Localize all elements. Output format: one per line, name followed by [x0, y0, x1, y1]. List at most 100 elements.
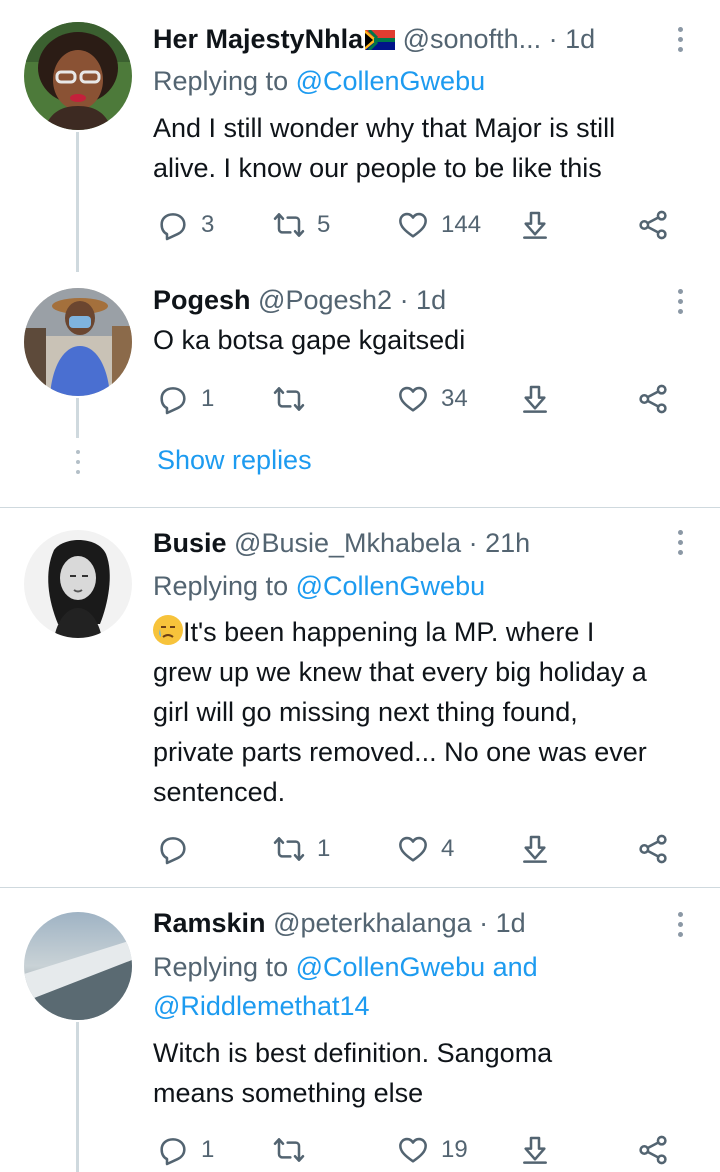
reply-icon: [157, 1134, 189, 1166]
tweet-header: Her MajestyNhla @sonofth... · 1d: [153, 22, 670, 56]
like-count: 19: [441, 1136, 468, 1163]
tweet-text-line: It's been happening la MP. where I: [183, 617, 595, 647]
download-icon: [519, 209, 551, 241]
like-icon: [397, 383, 429, 415]
more-options-icon[interactable]: [670, 25, 690, 55]
reply-button[interactable]: [157, 829, 201, 869]
tweet-header: Ramskin @peterkhalanga · 1d: [153, 906, 670, 940]
reply-icon: [157, 833, 189, 865]
replying-to: Replying to @CollenGwebu and: [153, 947, 538, 987]
avatar[interactable]: [24, 22, 132, 130]
tweet[interactable]: Busie @Busie_Mkhabela · 21h Replying to …: [0, 508, 720, 886]
retweet-count: 5: [317, 211, 331, 238]
replying-to: Replying to @CollenGwebu: [153, 61, 485, 101]
more-options-icon[interactable]: [670, 910, 690, 940]
retweet-icon: [273, 1134, 305, 1166]
reply-button[interactable]: 3: [157, 205, 214, 245]
like-button[interactable]: 144: [397, 205, 481, 245]
thread-line: [76, 132, 79, 272]
user-handle[interactable]: @Pogesh2: [258, 285, 392, 315]
tweet-text-line: sentenced.: [153, 777, 286, 807]
reply-button[interactable]: 1: [157, 379, 214, 419]
share-icon: [637, 383, 669, 415]
share-icon: [637, 209, 669, 241]
replying-label: Replying to: [153, 952, 296, 982]
mention-link[interactable]: @CollenGwebu: [296, 952, 486, 982]
like-button[interactable]: 4: [397, 829, 454, 869]
replying-to: Replying to @CollenGwebu: [153, 566, 485, 606]
tweet-text-line: private parts removed... No one was ever: [153, 737, 647, 767]
timestamp[interactable]: · 1d: [400, 285, 447, 315]
reply-button[interactable]: 1: [157, 1130, 214, 1170]
show-replies-link[interactable]: Show replies: [157, 445, 312, 476]
tweet[interactable]: Ramskin @peterkhalanga · 1d Replying to …: [0, 888, 720, 1172]
tweet-text-line: girl will go missing next thing found,: [153, 697, 578, 727]
replying-label: Replying to: [153, 571, 296, 601]
like-count: 144: [441, 211, 482, 238]
reply-count: 1: [201, 385, 215, 412]
user-handle[interactable]: @Busie_Mkhabela: [234, 528, 461, 558]
mention-link[interactable]: @Riddlemethat14: [153, 991, 370, 1021]
tweet-text-line: means something else: [153, 1078, 424, 1108]
mention-link[interactable]: @CollenGwebu: [296, 571, 486, 601]
timestamp[interactable]: · 1d: [549, 24, 596, 54]
avatar[interactable]: [24, 288, 132, 396]
user-handle[interactable]: @peterkhalanga: [273, 908, 472, 938]
tweet-header: Pogesh @Pogesh2 · 1d: [153, 283, 670, 317]
tweet-header: Busie @Busie_Mkhabela · 21h: [153, 526, 670, 560]
reply-icon: [157, 383, 189, 415]
tweet-text-line: alive. I know our people to be like this: [153, 153, 602, 183]
more-options-icon[interactable]: [670, 287, 690, 317]
tweet-actions: 3 5 144: [153, 205, 693, 245]
timestamp[interactable]: · 21h: [469, 528, 531, 558]
tweet-text-line: Witch is best definition. Sangoma: [153, 1038, 553, 1068]
share-button[interactable]: [637, 1130, 669, 1170]
like-icon: [397, 209, 429, 241]
retweet-icon: [273, 209, 305, 241]
like-count: 4: [441, 835, 455, 862]
tweet-text: It's been happening la MP. where I grew …: [153, 612, 708, 812]
like-count: 34: [441, 385, 468, 412]
avatar[interactable]: [24, 530, 132, 638]
download-button[interactable]: [519, 205, 551, 245]
share-button[interactable]: [637, 379, 669, 419]
like-button[interactable]: 19: [397, 1130, 468, 1170]
south-africa-flag-icon: [365, 24, 396, 52]
tweet-text: O ka botsa gape kgaitsedi: [153, 320, 708, 360]
retweet-count: 1: [317, 835, 331, 862]
avatar[interactable]: [24, 912, 132, 1020]
reply-count: 3: [201, 211, 215, 238]
download-button[interactable]: [519, 829, 551, 869]
download-button[interactable]: [519, 379, 551, 419]
reply-icon: [157, 209, 189, 241]
display-name[interactable]: Busie: [153, 528, 227, 558]
tweet[interactable]: Her MajestyNhla @sonofth... · 1d Replyin…: [0, 0, 720, 480]
display-name[interactable]: Her MajestyNhla: [153, 24, 363, 54]
replying-and[interactable]: and: [485, 952, 538, 982]
tweet-text-line: grew up we knew that every big holiday a: [153, 657, 647, 687]
display-name[interactable]: Ramskin: [153, 908, 266, 938]
tweet-actions: 1 19: [153, 1130, 693, 1170]
thread-line: [76, 1022, 79, 1172]
share-button[interactable]: [637, 829, 669, 869]
thread-dots: [76, 450, 80, 480]
retweet-button[interactable]: [273, 1130, 317, 1170]
like-icon: [397, 1134, 429, 1166]
display-name[interactable]: Pogesh: [153, 285, 251, 315]
mention-link[interactable]: @CollenGwebu: [296, 66, 486, 96]
user-handle[interactable]: @sonofth...: [403, 24, 541, 54]
timestamp[interactable]: · 1d: [479, 908, 526, 938]
retweet-button[interactable]: 5: [273, 205, 330, 245]
more-options-icon[interactable]: [670, 528, 690, 558]
retweet-button[interactable]: 1: [273, 829, 330, 869]
like-button[interactable]: 34: [397, 379, 468, 419]
replying-to-line-2: @Riddlemethat14: [153, 986, 370, 1026]
tweet-actions: 1 4: [153, 829, 693, 869]
crying-face-icon: [153, 615, 183, 645]
share-button[interactable]: [637, 205, 669, 245]
retweet-button[interactable]: [273, 379, 317, 419]
download-icon: [519, 383, 551, 415]
retweet-icon: [273, 833, 305, 865]
thread-line: [76, 398, 79, 438]
download-button[interactable]: [519, 1130, 551, 1170]
